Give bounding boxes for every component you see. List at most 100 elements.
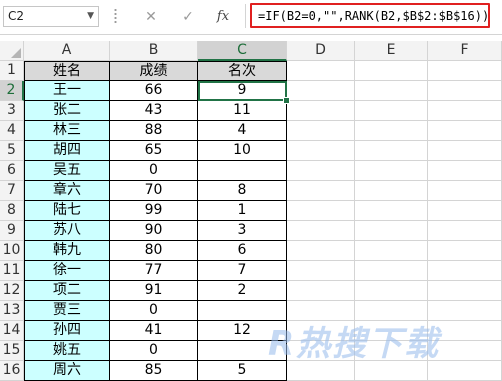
cell-A4[interactable]: 林三 (24, 121, 110, 141)
empty-cell[interactable] (355, 281, 428, 301)
column-header-c[interactable]: C (198, 41, 287, 61)
empty-cell[interactable] (355, 221, 428, 241)
cell-C10[interactable]: 6 (198, 241, 287, 261)
name-box[interactable]: C2 ▼ (3, 6, 99, 27)
column-header-e[interactable]: E (355, 41, 428, 61)
row-header[interactable]: 9 (0, 221, 24, 241)
formula-input[interactable]: =IF(B2=0,"",RANK(B2,$B$2:$B$16)) (250, 3, 490, 28)
empty-cell[interactable] (287, 81, 355, 101)
empty-cell[interactable] (428, 141, 502, 161)
cell-A15[interactable]: 姚五 (24, 341, 110, 361)
cell-B11[interactable]: 77 (110, 261, 198, 281)
cell-B10[interactable]: 80 (110, 241, 198, 261)
column-header-b[interactable]: B (110, 41, 198, 61)
row-header[interactable]: 12 (0, 281, 24, 301)
empty-cell[interactable] (428, 241, 502, 261)
empty-cell[interactable] (287, 101, 355, 121)
cell-B13[interactable]: 0 (110, 301, 198, 321)
column-header-a[interactable]: A (24, 41, 110, 61)
cell-B6[interactable]: 0 (110, 161, 198, 181)
empty-cell[interactable] (287, 141, 355, 161)
empty-cell[interactable] (355, 101, 428, 121)
empty-cell[interactable] (428, 101, 502, 121)
row-header[interactable]: 3 (0, 101, 24, 121)
cell-B14[interactable]: 41 (110, 321, 198, 341)
row-header[interactable]: 11 (0, 261, 24, 281)
cell-B8[interactable]: 99 (110, 201, 198, 221)
empty-cell[interactable] (287, 261, 355, 281)
empty-cell[interactable] (287, 61, 355, 81)
empty-cell[interactable] (355, 61, 428, 81)
insert-function-icon[interactable]: fx (213, 7, 233, 27)
cell-A13[interactable]: 贾三 (24, 301, 110, 321)
cell-C3[interactable]: 11 (198, 101, 287, 121)
cell-C4[interactable]: 4 (198, 121, 287, 141)
cell-C2[interactable]: 9 (198, 81, 287, 101)
cell-A7[interactable]: 章六 (24, 181, 110, 201)
cell-A14[interactable]: 孙四 (24, 321, 110, 341)
empty-cell[interactable] (355, 81, 428, 101)
cell-B5[interactable]: 65 (110, 141, 198, 161)
empty-cell[interactable] (287, 241, 355, 261)
cell-B1[interactable]: 成绩 (110, 61, 198, 81)
cell-A12[interactable]: 项二 (24, 281, 110, 301)
row-header[interactable]: 2 (0, 81, 24, 101)
row-header[interactable]: 10 (0, 241, 24, 261)
chevron-down-icon[interactable]: ▼ (87, 7, 94, 26)
cell-C5[interactable]: 10 (198, 141, 287, 161)
enter-icon[interactable]: ✓ (178, 7, 198, 27)
empty-cell[interactable] (428, 161, 502, 181)
empty-cell[interactable] (428, 201, 502, 221)
row-header[interactable]: 7 (0, 181, 24, 201)
empty-cell[interactable] (355, 121, 428, 141)
row-header[interactable]: 4 (0, 121, 24, 141)
empty-cell[interactable] (355, 241, 428, 261)
row-header[interactable]: 15 (0, 341, 24, 361)
cell-A3[interactable]: 张二 (24, 101, 110, 121)
empty-cell[interactable] (428, 61, 502, 81)
column-header-d[interactable]: D (287, 41, 355, 61)
row-header[interactable]: 5 (0, 141, 24, 161)
row-header[interactable]: 14 (0, 321, 24, 341)
cell-A10[interactable]: 韩九 (24, 241, 110, 261)
row-header[interactable]: 6 (0, 161, 24, 181)
cell-A1[interactable]: 姓名 (24, 61, 110, 81)
cell-B2[interactable]: 66 (110, 81, 198, 101)
select-all-corner[interactable] (0, 41, 24, 61)
cell-C1[interactable]: 名次 (198, 61, 287, 81)
cell-C7[interactable]: 8 (198, 181, 287, 201)
cell-A2[interactable]: 王一 (24, 81, 110, 101)
empty-cell[interactable] (355, 141, 428, 161)
cell-B3[interactable]: 43 (110, 101, 198, 121)
empty-cell[interactable] (428, 121, 502, 141)
empty-cell[interactable] (287, 281, 355, 301)
cell-A9[interactable]: 苏八 (24, 221, 110, 241)
empty-cell[interactable] (287, 181, 355, 201)
empty-cell[interactable] (355, 201, 428, 221)
row-header[interactable]: 13 (0, 301, 24, 321)
cell-C6[interactable] (198, 161, 287, 181)
empty-cell[interactable] (428, 281, 502, 301)
empty-cell[interactable] (287, 221, 355, 241)
empty-cell[interactable] (428, 221, 502, 241)
empty-cell[interactable] (428, 181, 502, 201)
cell-B4[interactable]: 88 (110, 121, 198, 141)
cancel-icon[interactable]: ✕ (141, 7, 161, 27)
cell-B9[interactable]: 90 (110, 221, 198, 241)
cell-A16[interactable]: 周六 (24, 361, 110, 381)
cell-A8[interactable]: 陆七 (24, 201, 110, 221)
cell-B7[interactable]: 70 (110, 181, 198, 201)
cell-A5[interactable]: 胡四 (24, 141, 110, 161)
empty-cell[interactable] (355, 161, 428, 181)
cell-C9[interactable]: 3 (198, 221, 287, 241)
cell-C11[interactable]: 7 (198, 261, 287, 281)
cell-B15[interactable]: 0 (110, 341, 198, 361)
row-header[interactable]: 1 (0, 61, 24, 81)
cell-C12[interactable]: 2 (198, 281, 287, 301)
empty-cell[interactable] (428, 81, 502, 101)
column-header-f[interactable]: F (428, 41, 502, 61)
cell-B12[interactable]: 91 (110, 281, 198, 301)
empty-cell[interactable] (287, 121, 355, 141)
row-header[interactable]: 8 (0, 201, 24, 221)
empty-cell[interactable] (287, 201, 355, 221)
